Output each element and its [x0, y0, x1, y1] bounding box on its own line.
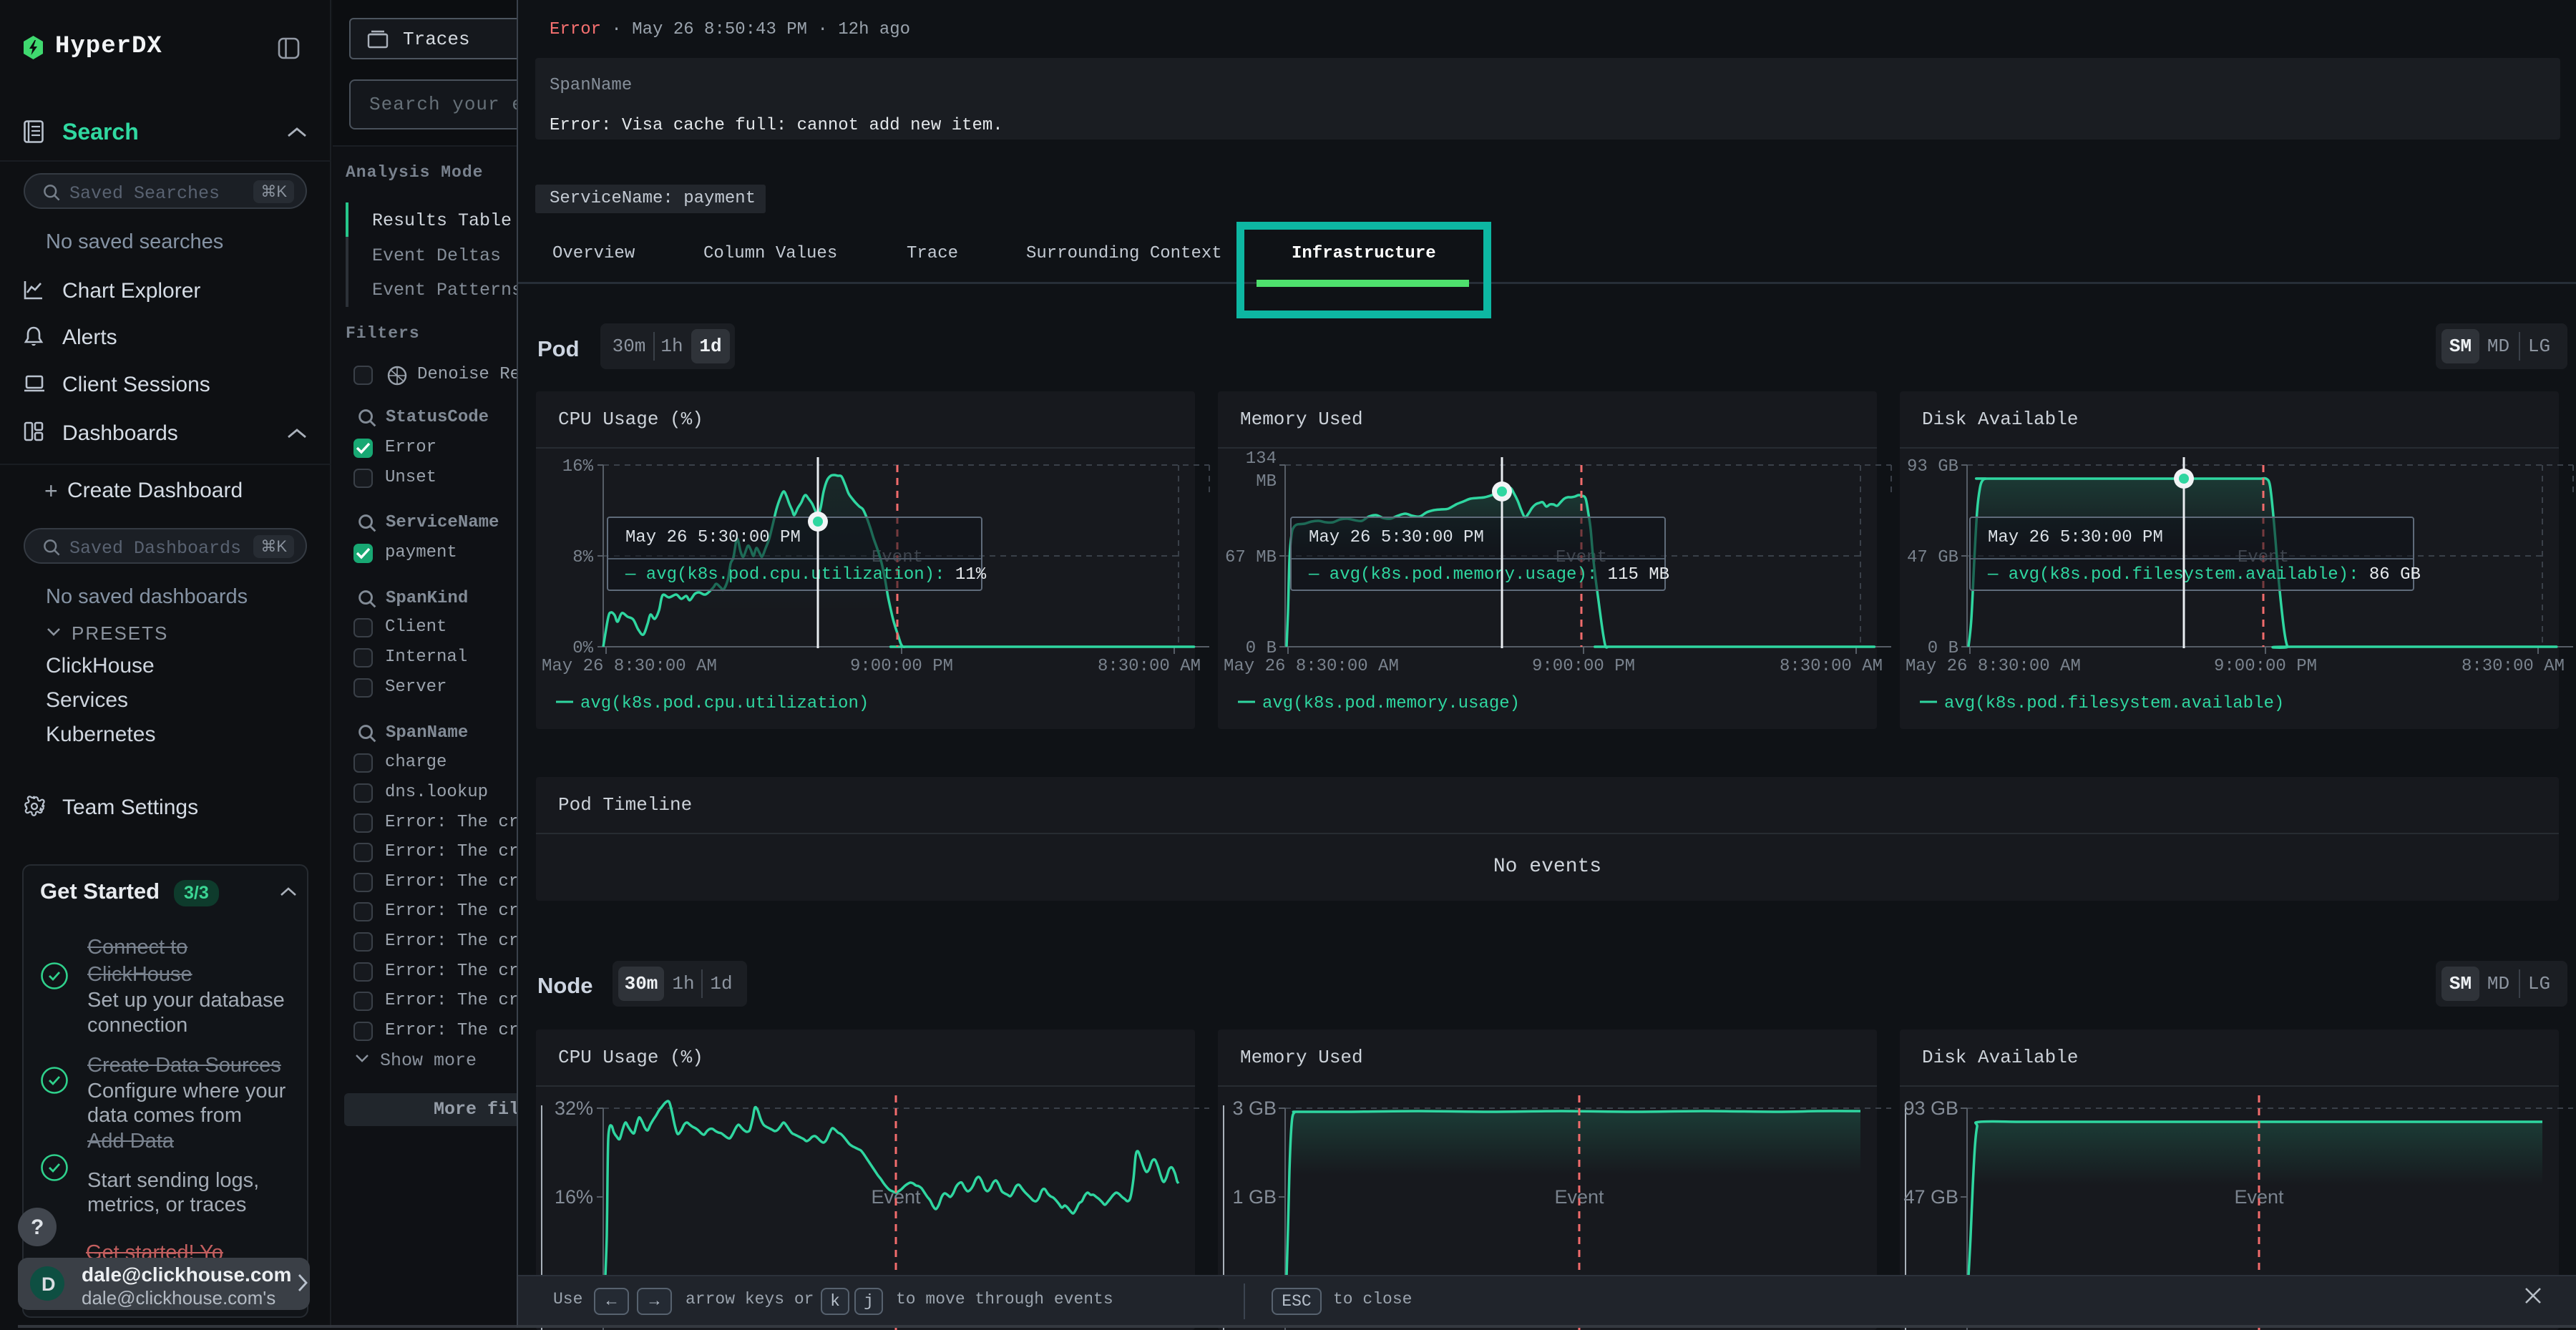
svg-text:3 GB: 3 GB	[1232, 1097, 1277, 1119]
svg-text:1 GB: 1 GB	[1232, 1186, 1277, 1208]
svg-text:47 GB: 47 GB	[1903, 1186, 1958, 1208]
svg-text:32%: 32%	[555, 1097, 593, 1119]
svg-text:93 GB: 93 GB	[1903, 1097, 1958, 1119]
svg-text:16%: 16%	[555, 1186, 593, 1208]
